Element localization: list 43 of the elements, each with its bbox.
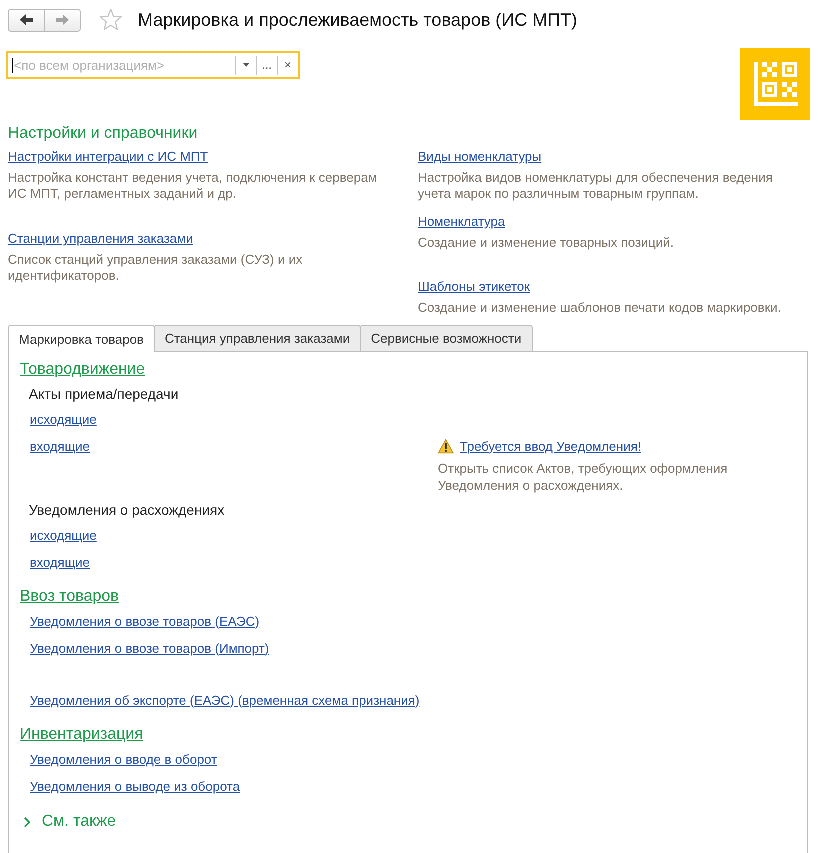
text-cursor-icon [12, 58, 13, 72]
tab[interactable]: Маркировка товаров [8, 325, 155, 352]
link-description: Настройка видов номенклатуры для обеспечения ведения учета марок по различным товарным группам. [418, 170, 774, 202]
document-link[interactable]: Уведомления о выводе из оборота [30, 778, 240, 796]
settings-link[interactable]: Виды номенклатуры [418, 148, 542, 166]
caret-down-icon [242, 63, 250, 67]
section-heading[interactable]: Инвентаризация [20, 725, 144, 745]
document-link[interactable]: входящие [30, 554, 90, 572]
arrow-left-icon [19, 14, 34, 26]
see-also-toggle[interactable]: См. также [20, 812, 116, 832]
document-link[interactable]: Уведомления о вводе в оборот [30, 750, 218, 768]
group-title: Акты приема/передачи [28, 385, 180, 403]
arrow-right-icon [55, 14, 70, 26]
document-link[interactable]: исходящие [30, 526, 97, 544]
qr-code-icon [740, 48, 810, 120]
back-button[interactable] [8, 8, 45, 32]
notice-description: Открыть список Актов, требующих оформления Уведомления о расхождениях. [438, 460, 729, 494]
page-title: Маркировка и прослеживаемость товаров (ИС МПТ) [138, 9, 578, 32]
link-description: Список станций управления заказами (СУЗ) и их идентификаторов. [8, 252, 304, 284]
document-link[interactable]: Уведомления о ввозе товаров (ЕАЭС) [30, 612, 260, 630]
tab[interactable]: Станция управления заказами [154, 325, 362, 351]
clear-button[interactable]: × [277, 56, 298, 74]
link-description: Создание и изменение шаблонов печати кодов маркировки. [418, 300, 782, 316]
notice-link[interactable]: Требуется ввод Уведомления! [460, 438, 642, 456]
group-title: Уведомления о расхождениях [28, 501, 226, 519]
settings-link[interactable]: Настройки интеграции с ИС МПТ [8, 148, 208, 166]
settings-link[interactable]: Шаблоны этикеток [418, 278, 530, 296]
settings-link[interactable]: Номенклатура [418, 213, 506, 231]
document-link[interactable]: входящие [30, 438, 90, 456]
warning-icon [438, 439, 454, 454]
document-link[interactable]: исходящие [30, 410, 97, 428]
star-icon[interactable] [99, 8, 123, 32]
link-description: Настройка констант ведения учета, подключения к серверам ИС МПТ, регламентных заданий и др. [8, 170, 378, 202]
section-heading[interactable]: Ввоз товаров [20, 587, 120, 607]
section-title: Настройки и справочники [8, 124, 199, 144]
link-description: Создание и изменение товарных позиций. [418, 235, 674, 252]
organization-field[interactable]: <по всем организациям> ... × [6, 51, 300, 79]
tab[interactable]: Сервисные возможности [360, 325, 533, 351]
settings-link[interactable]: Станции управления заказами [8, 230, 194, 248]
section-heading[interactable]: Товародвижение [20, 360, 146, 380]
document-link[interactable]: Уведомления об экспорте (ЕАЭС) (временная схема признания) [30, 692, 420, 710]
select-button[interactable]: ... [256, 56, 277, 74]
document-link[interactable]: Уведомления о ввозе товаров (Импорт) [30, 640, 270, 658]
